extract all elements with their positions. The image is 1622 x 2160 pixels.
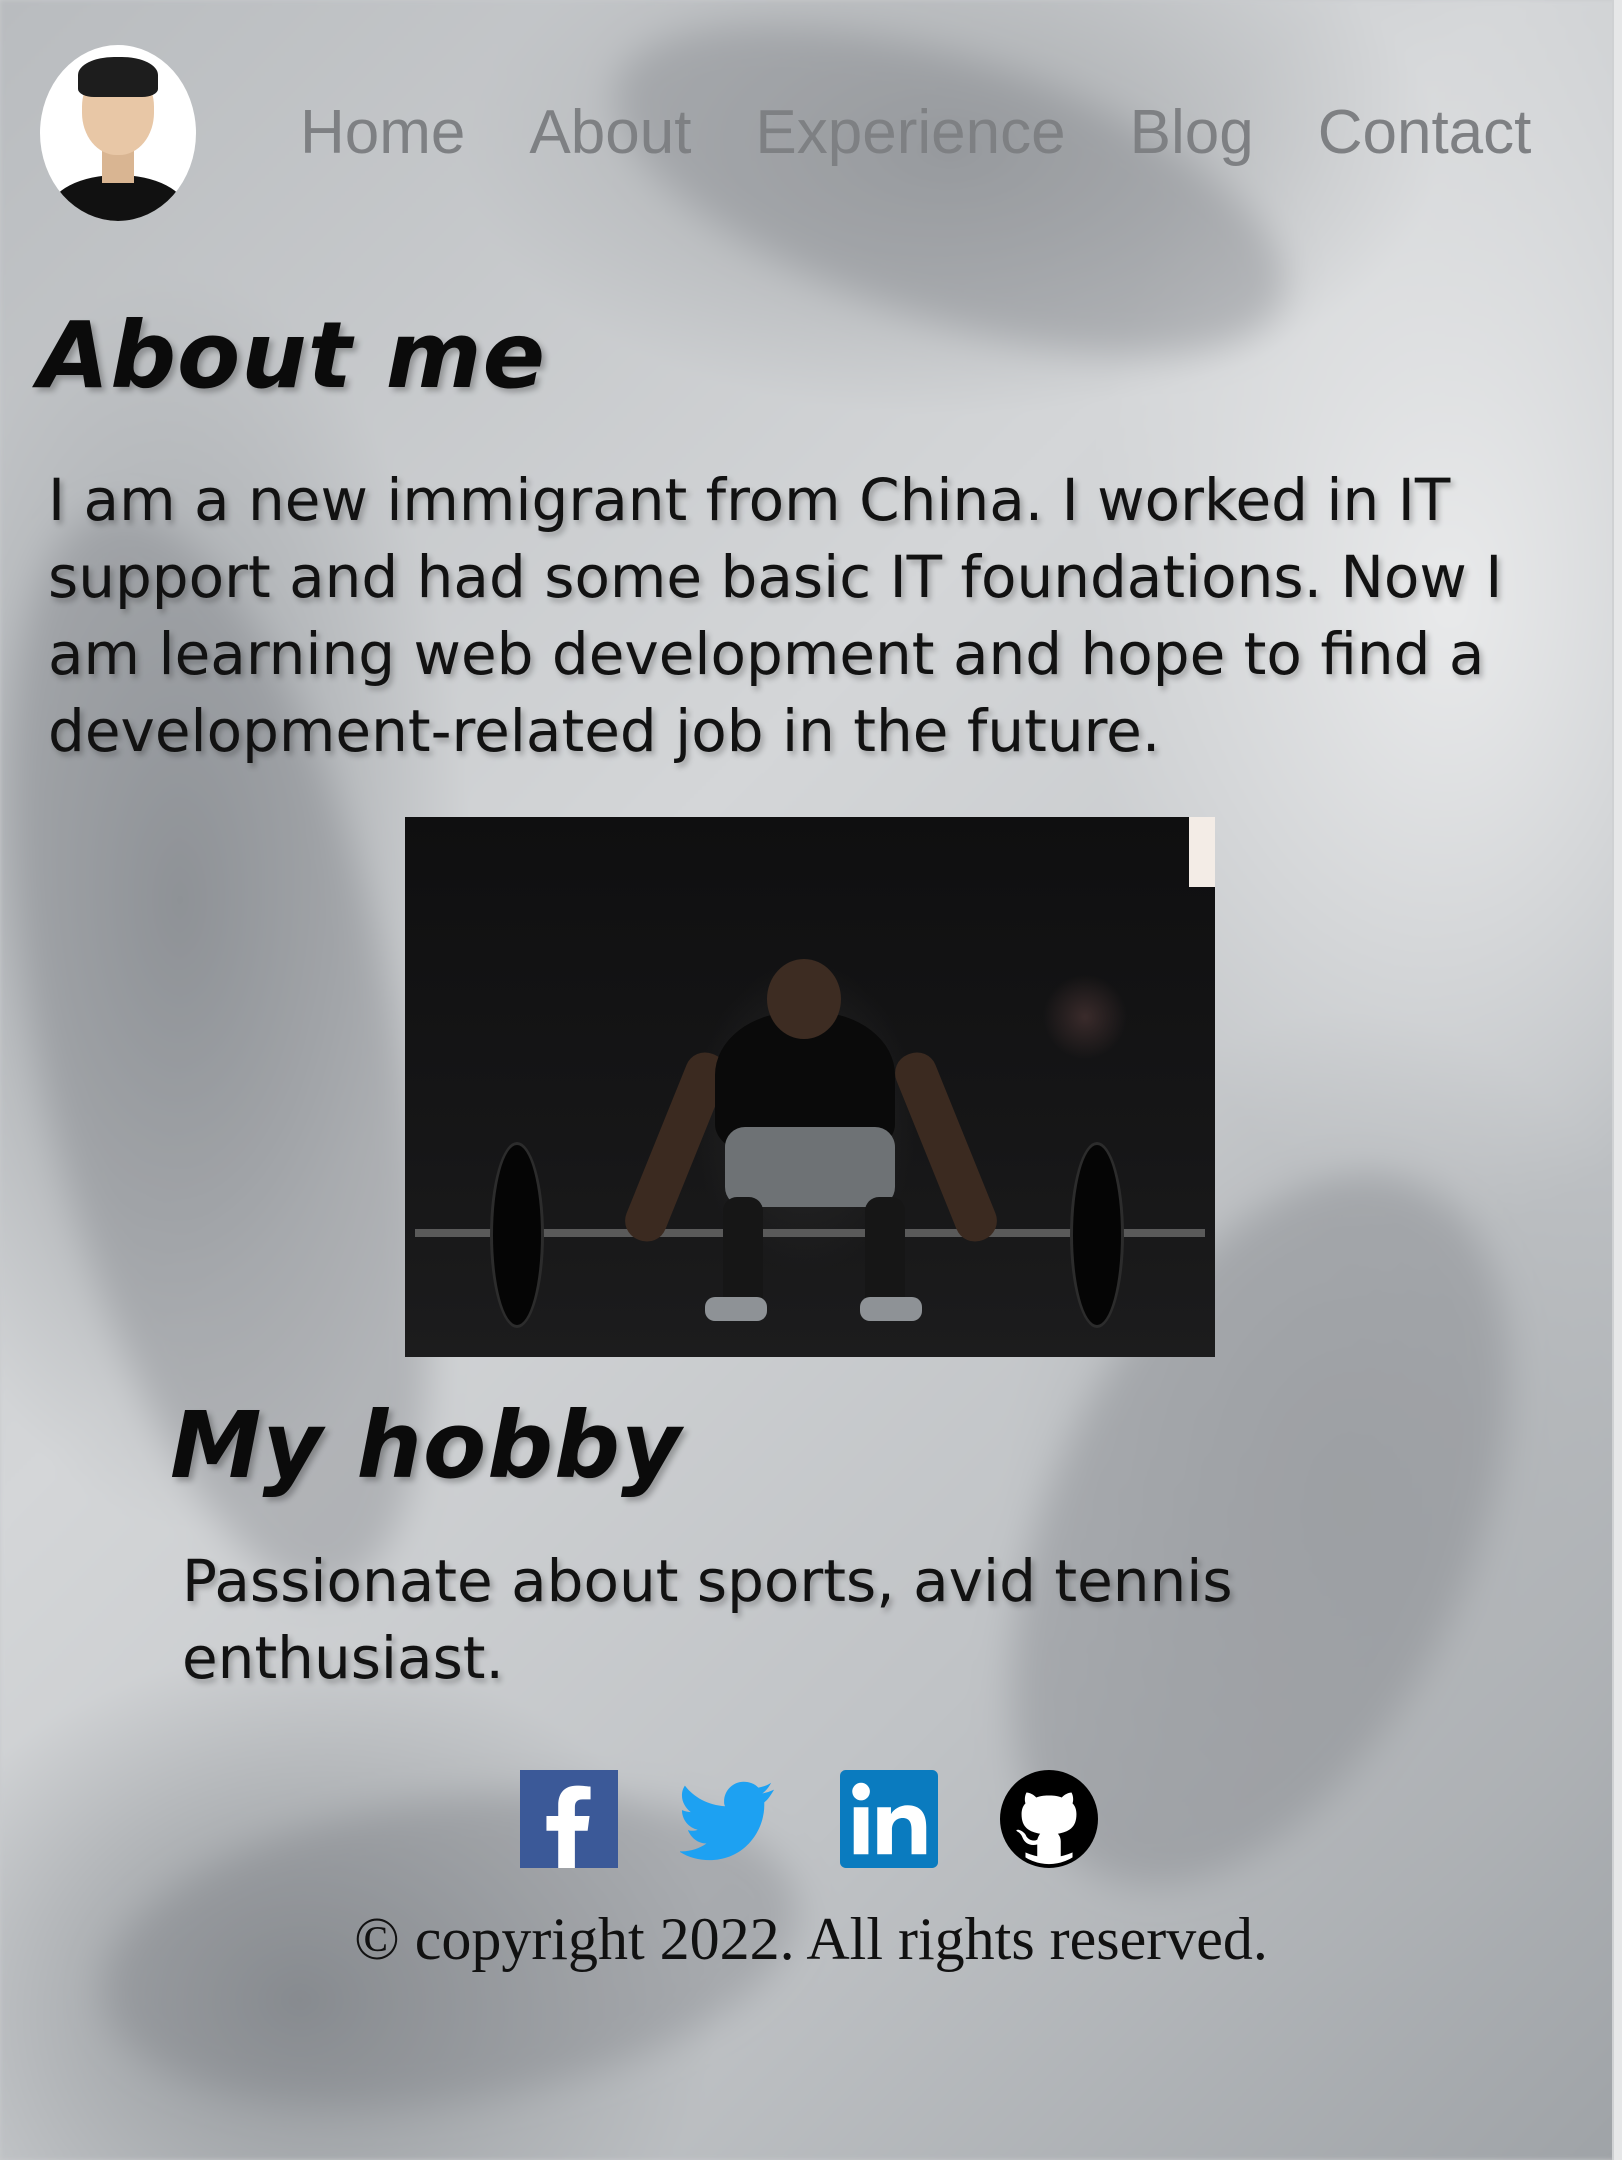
social-links	[520, 1770, 1098, 1868]
hobby-title: My hobby	[170, 1392, 682, 1499]
linkedin-icon	[840, 1770, 938, 1868]
nav-about[interactable]: About	[529, 95, 691, 171]
linkedin-link[interactable]	[840, 1770, 938, 1868]
facebook-icon	[520, 1770, 618, 1868]
weightlifting-photo	[405, 817, 1215, 1357]
nav-experience[interactable]: Experience	[755, 95, 1065, 171]
about-title: About me	[38, 302, 547, 409]
nav-home[interactable]: Home	[300, 95, 465, 171]
scrollbar-edge	[1612, 0, 1622, 2160]
copyright-text: © copyright 2022. All rights reserved.	[354, 1906, 1268, 1972]
twitter-icon	[680, 1781, 775, 1861]
nav-contact[interactable]: Contact	[1318, 95, 1532, 171]
about-text: I am a new immigrant from China. I worke…	[48, 466, 1503, 765]
github-icon	[1000, 1770, 1098, 1868]
twitter-link[interactable]	[680, 1770, 778, 1868]
site-header: Home About Experience Blog Contact	[0, 0, 1600, 230]
hobby-text: Passionate about sports, avid tennis ent…	[182, 1547, 1233, 1692]
facebook-link[interactable]	[520, 1770, 618, 1868]
github-link[interactable]	[1000, 1770, 1098, 1868]
main-nav: Home About Experience Blog Contact	[300, 95, 1531, 171]
avatar[interactable]	[40, 45, 196, 221]
nav-blog[interactable]: Blog	[1130, 95, 1254, 171]
